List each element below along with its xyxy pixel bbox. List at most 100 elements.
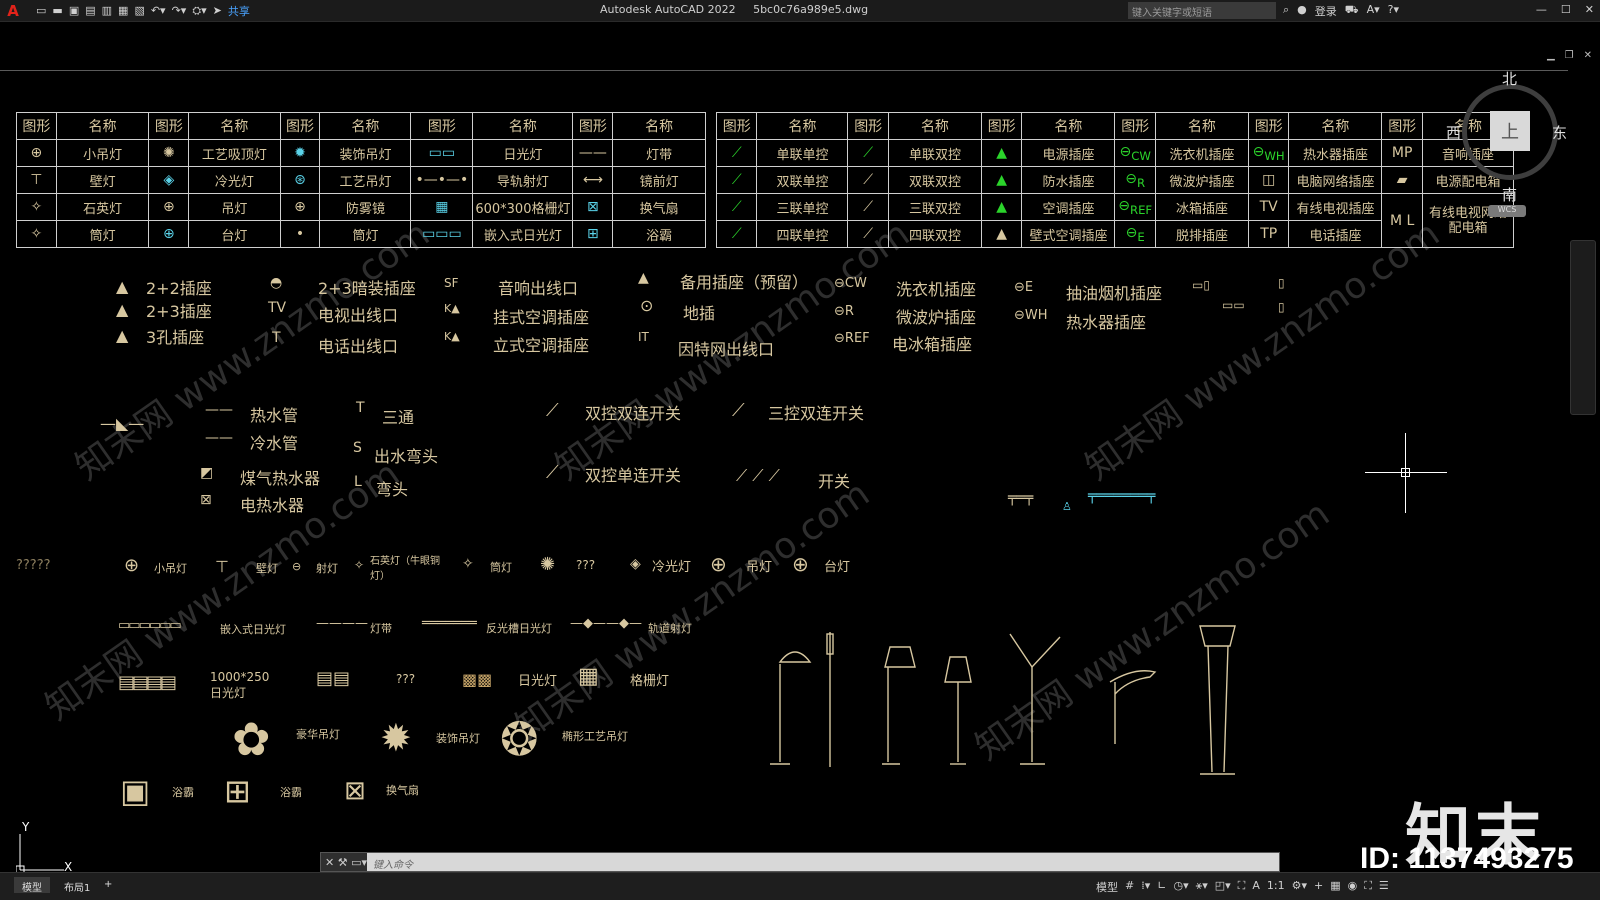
pendant-lamp-icon: ⊕ <box>124 555 140 576</box>
tv-socket-icon: TV <box>1247 193 1290 221</box>
ortho-icon[interactable]: ∟ <box>1157 879 1166 895</box>
table-cell: 电脑网络插座 <box>1288 166 1383 194</box>
phone-outlet-icon: T <box>272 330 281 346</box>
table-cell: 洗衣机插座 <box>1154 139 1249 167</box>
search-icon[interactable]: ⌕ <box>1283 3 1289 19</box>
save-as-icon[interactable]: ▤ <box>85 4 95 17</box>
customize-menu-icon[interactable]: ☰ <box>1379 879 1389 895</box>
grid-icon[interactable]: # <box>1125 879 1134 895</box>
recent-commands-icon[interactable]: ▭▾ <box>351 856 367 869</box>
compass-north[interactable]: 北 <box>1502 68 1517 89</box>
drawing-close-icon[interactable]: ✕ <box>1584 50 1592 61</box>
minimize-icon[interactable]: — <box>1536 3 1547 16</box>
snap-icon[interactable]: ⁞▾ <box>1141 879 1150 895</box>
cart-icon[interactable]: ⛟ <box>1345 3 1359 19</box>
triple-switch-icon: ⟋ <box>847 193 889 221</box>
save-icon[interactable]: ▣ <box>69 4 79 17</box>
legend-label: ????? <box>16 558 51 573</box>
user-icon[interactable]: ● <box>1297 3 1307 19</box>
legend-label: 电热水器 <box>240 496 305 515</box>
titlebar-right-tools: ⌕ ● 登录 ⛟ A▾ ?▾ <box>1283 3 1399 19</box>
compass-east[interactable]: 东 <box>1552 122 1567 143</box>
command-line: ✕ ⚒ ▭▾ 键入命令 <box>320 852 1280 872</box>
maximize-icon[interactable]: ☐ <box>1561 3 1571 16</box>
floor-socket-icon: ⊙ <box>640 296 654 315</box>
annotation-scale-value[interactable]: 1:1 <box>1267 879 1285 895</box>
legend-label: 电话出线口 <box>318 337 399 356</box>
workspace-icon[interactable]: ⛭▾ <box>192 4 206 18</box>
legend-label: 煤气热水器 <box>240 469 321 488</box>
table-cell: 电源插座 <box>1021 139 1116 167</box>
legend-label: 豪华吊灯 <box>296 728 340 741</box>
downlight-icon: ✧ <box>16 220 57 248</box>
viewcube-top-face[interactable]: 上 <box>1490 111 1530 151</box>
symbol-text: E <box>1137 229 1145 244</box>
compass-west[interactable]: 西 <box>1446 122 1461 143</box>
plus-icon[interactable]: + <box>1314 879 1323 895</box>
units-icon[interactable]: ▦ <box>1330 879 1340 895</box>
wcs-menu-button[interactable]: WCS <box>1488 205 1526 217</box>
redo-icon[interactable]: ↷▾ <box>172 4 187 17</box>
add-layout-button[interactable]: + <box>96 877 120 893</box>
wall-lamp-icon: ⊤ <box>16 166 57 194</box>
help-search-input[interactable]: 键入关键字或短语 <box>1128 2 1276 19</box>
drawing-canvas[interactable]: ▁ ❐ ✕ 知末网 www.znzmo.com 知末网 www.znzmo.co… <box>0 22 1600 874</box>
drawing-restore-icon[interactable]: ❐ <box>1565 50 1574 61</box>
tv-outlet-icon: TV <box>268 300 287 316</box>
pendant-lamp-icon: ⊕ <box>16 139 57 167</box>
fridge-socket-icon: ⊖REF <box>1114 193 1156 221</box>
navigation-bar[interactable] <box>1570 240 1596 415</box>
compass-south[interactable]: 南 <box>1502 184 1517 205</box>
isolate-icon[interactable]: ◉ <box>1348 879 1358 895</box>
legend-label: 嵌入式日光灯 <box>220 623 286 636</box>
table-cell: 空调插座 <box>1021 193 1116 221</box>
login-button[interactable]: 登录 <box>1315 3 1337 19</box>
help-icon[interactable]: ?▾ <box>1388 3 1399 19</box>
print-icon[interactable]: ▧ <box>134 4 144 17</box>
autodesk-app-icon[interactable]: A▾ <box>1367 3 1380 19</box>
command-input[interactable]: 键入命令 <box>367 853 1279 871</box>
switch-icon: ⟋ ⟋ ⟋ <box>736 466 780 485</box>
annotation-visibility-icon[interactable]: ⛶ <box>1238 879 1246 895</box>
plot-preview-icon[interactable]: ▦ <box>118 4 128 17</box>
model-space-button[interactable]: 模型 <box>1096 879 1118 895</box>
close-icon[interactable]: ✕ <box>1585 3 1594 16</box>
socket-icon: ▲ <box>116 300 129 319</box>
settings-icon[interactable]: ⚙▾ <box>1292 879 1307 895</box>
autocad-logo-icon[interactable]: A <box>0 0 26 22</box>
viewcube[interactable]: 上 北 南 东 西 WCS <box>1446 62 1600 222</box>
legend-label: 浴霸 <box>280 786 302 799</box>
share-icon[interactable]: ➤ <box>213 4 222 17</box>
annotation-scale-icon[interactable]: A <box>1252 879 1260 895</box>
mirror-lamp-icon: ⟷ <box>572 166 614 194</box>
table-cell: 台灯 <box>188 220 281 248</box>
isodraft-icon[interactable]: ⚹▾ <box>1196 879 1208 895</box>
drawing-minimize-icon[interactable]: ▁ <box>1547 50 1555 61</box>
table-cell: 三联双控 <box>887 193 982 221</box>
ceiling-lamp-icon: ✺ <box>540 554 556 575</box>
customize-icon[interactable]: ⚒ <box>338 856 348 869</box>
table-row: ✧ 石英灯 ⊕ 吊灯 ⊕ 防雾镜 ▦ 600*300格栅灯 ⊠ 换气扇 <box>16 193 706 221</box>
close-command-icon[interactable]: ✕ <box>325 856 334 869</box>
legend-label: 备用插座（预留） <box>680 273 809 292</box>
tv-network-box-icon: M L <box>1381 193 1423 248</box>
spotlight-icon: ⊖ <box>292 560 302 573</box>
polar-icon[interactable]: ◷▾ <box>1173 879 1188 895</box>
exhaust-fan-icon: ⊠ <box>344 776 366 806</box>
share-button[interactable]: 共享 <box>228 3 250 19</box>
fullscreen-icon[interactable]: ⛶ <box>1364 879 1372 895</box>
table-cell: 单联单控 <box>756 139 849 167</box>
table-row: ⟋ 三联单控 ⟋ 三联双控 ▲ 空调插座 ⊖REF 冰箱插座 TV 有线电视插座… <box>715 193 1515 248</box>
bath-heater-icon: ⊞ <box>572 220 614 248</box>
ceiling-lamp-icon: ✺ <box>148 139 190 167</box>
tab-model[interactable]: 模型 <box>14 877 50 894</box>
publish-icon[interactable]: ▥ <box>102 4 112 17</box>
undo-icon[interactable]: ↶▾ <box>151 4 166 17</box>
object-snap-icon[interactable]: ◰▾ <box>1215 879 1231 895</box>
col-header: 名称 <box>472 112 574 140</box>
open-file-icon[interactable]: ▬ <box>52 4 62 17</box>
tab-layout1[interactable]: 布局1 <box>56 877 98 894</box>
new-file-icon[interactable]: ▭ <box>36 4 46 17</box>
col-header: 图形 <box>279 112 321 140</box>
fridge-socket-icon: ⊖REF <box>834 331 870 346</box>
